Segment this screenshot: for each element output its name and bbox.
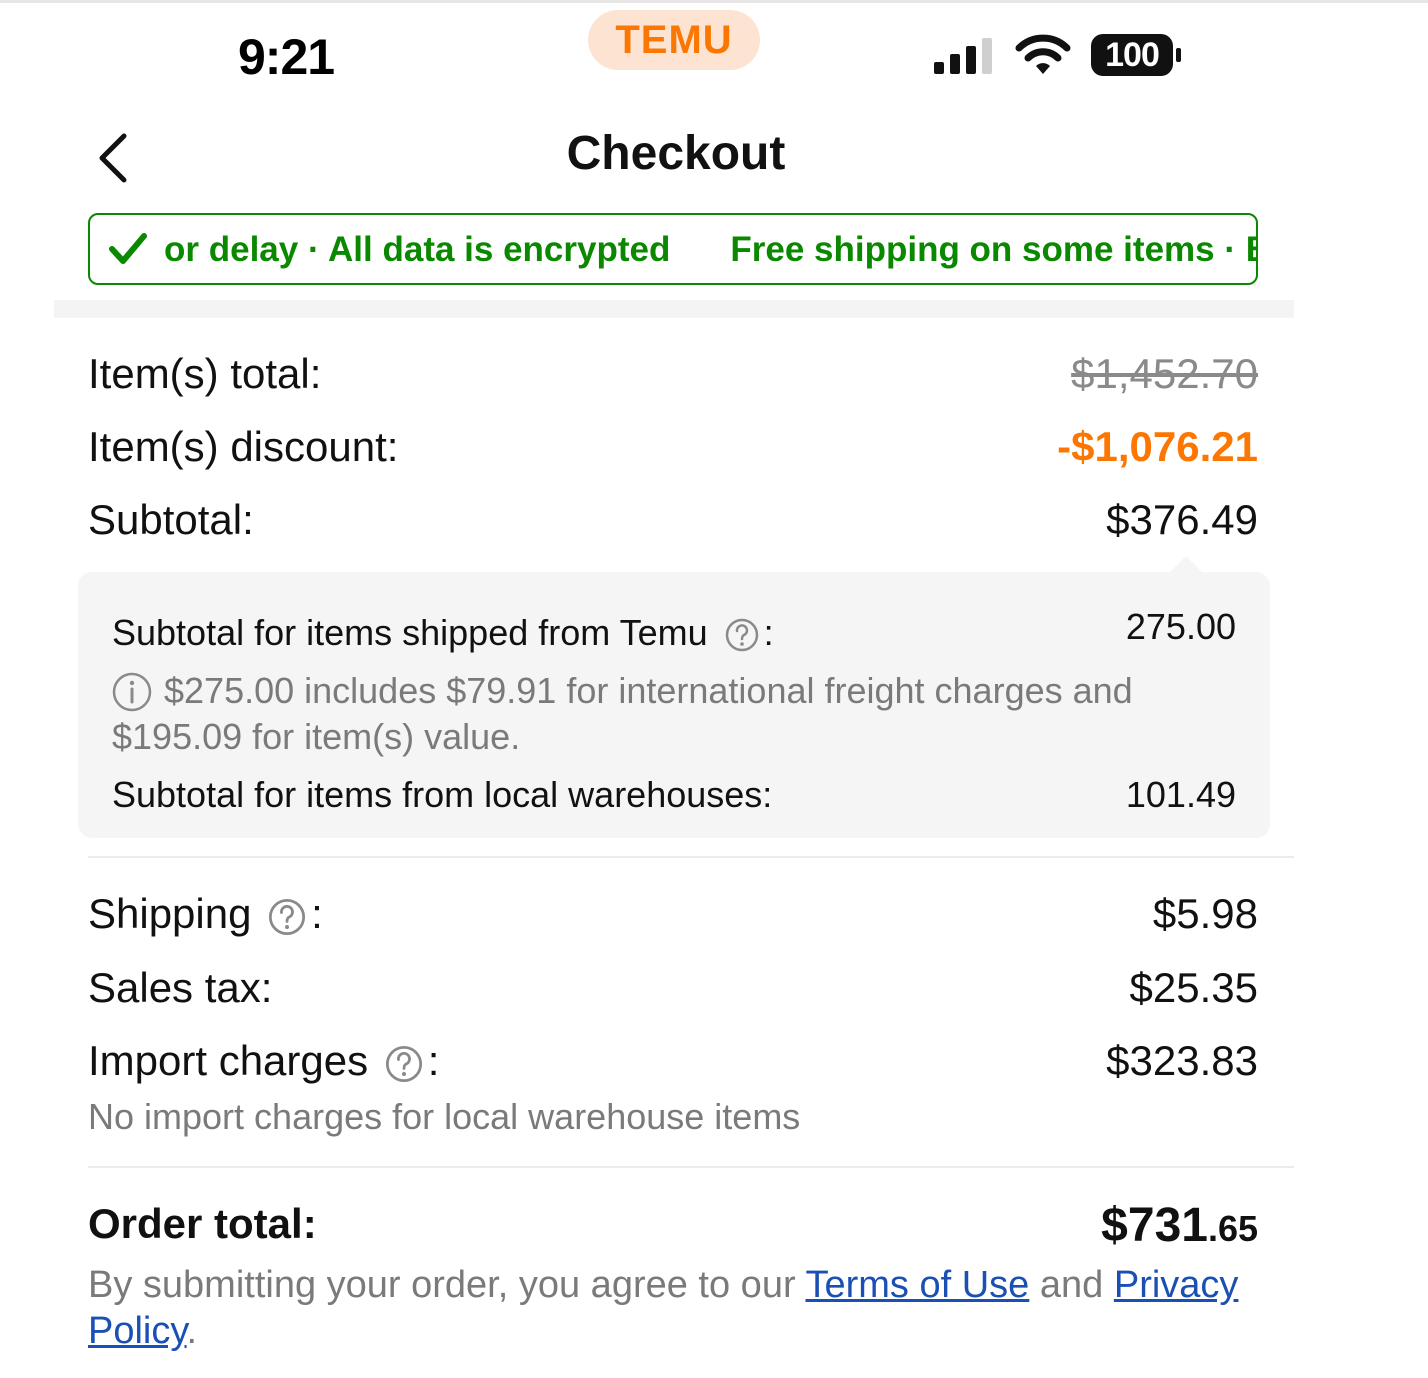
temu-subtotal-value: 275.00	[1125, 606, 1236, 647]
freight-note: $275.00 includes $79.91 for internationa…	[112, 670, 1133, 757]
temu-subtotal-label: Subtotal for items shipped from Temu	[112, 612, 708, 653]
colon: :	[427, 1037, 440, 1084]
divider	[88, 856, 1294, 858]
items-discount-label: Item(s) discount:	[88, 423, 399, 470]
legal-prefix: By submitting your order, you agree to o…	[88, 1264, 796, 1306]
sales-tax-value: $25.35	[1129, 964, 1258, 1011]
help-question-icon[interactable]	[384, 1044, 424, 1084]
import-charges-label: Import charges	[88, 1037, 369, 1084]
subtotal-label: Subtotal:	[88, 496, 254, 543]
order-total-value: $731.65	[900, 1198, 1258, 1253]
shipping-row: Shipping :	[88, 890, 323, 938]
top-edge-line	[0, 0, 1428, 3]
temu-subtotal-row: Subtotal for items shipped from Temu :	[112, 612, 774, 654]
banner-message-encrypted: or delay · All data is encrypted	[164, 230, 671, 269]
terms-of-use-link[interactable]: Terms of Use	[805, 1264, 1029, 1306]
colon: :	[311, 890, 323, 937]
section-separator	[54, 300, 1294, 318]
legal-suffix: .	[186, 1310, 198, 1352]
shipping-value: $5.98	[1152, 890, 1258, 937]
divider	[88, 1166, 1294, 1168]
local-subtotal-value: 101.49	[1125, 774, 1236, 815]
help-question-icon[interactable]	[724, 617, 760, 653]
shipping-label: Shipping	[88, 890, 252, 937]
help-question-icon[interactable]	[267, 897, 307, 937]
subtotal-value: $376.49	[1106, 496, 1258, 543]
page-title: Checkout	[566, 127, 786, 180]
legal-agreement: By submitting your order, you agree to o…	[88, 1262, 1268, 1354]
colon: :	[763, 612, 774, 653]
import-charges-row: Import charges :	[88, 1037, 439, 1085]
legal-and: and	[1039, 1264, 1104, 1306]
items-total-label: Item(s) total:	[88, 350, 322, 397]
items-total-value: $1,452.70	[1071, 350, 1258, 397]
status-time: 9:21	[238, 29, 335, 85]
trust-banner: or delay · All data is encrypted Free shi…	[88, 213, 1258, 285]
sales-tax-label: Sales tax:	[88, 964, 273, 1011]
banner-ticker: or delay · All data is encrypted Free shi…	[164, 215, 1258, 283]
order-total-label: Order total:	[88, 1200, 317, 1247]
local-subtotal-label: Subtotal for items from local warehouses…	[112, 774, 773, 815]
import-charges-value: $323.83	[1106, 1037, 1258, 1084]
battery-level: 100	[1105, 36, 1160, 74]
breakdown-pointer	[1170, 556, 1202, 572]
order-total-dollars: $731	[1101, 1199, 1208, 1252]
items-discount-value: -$1,076.21	[1057, 423, 1258, 470]
app-badge: TEMU	[615, 18, 733, 62]
banner-message-shipping: Free shipping on some items · Be	[730, 230, 1258, 269]
cellular-signal-icon	[934, 38, 992, 74]
import-charges-note: No import charges for local warehouse it…	[88, 1096, 801, 1137]
checkmark-icon	[109, 233, 147, 264]
order-total-cents: .65	[1207, 1208, 1258, 1249]
wifi-icon	[1015, 34, 1071, 74]
